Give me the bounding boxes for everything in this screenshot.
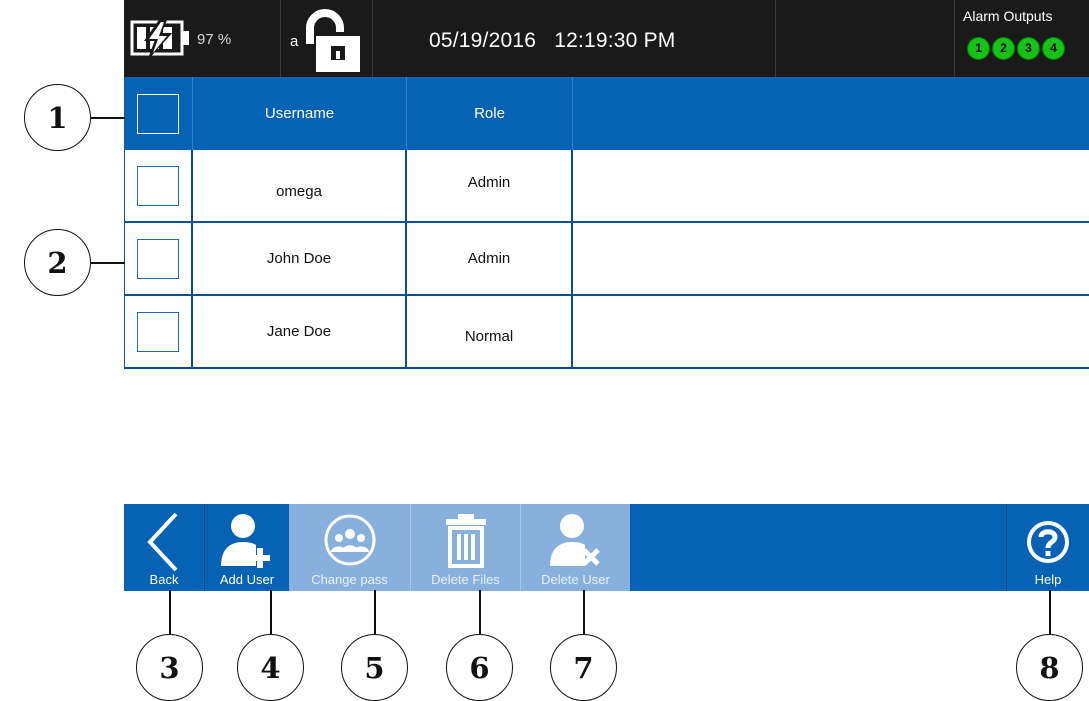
add-user-label: Add User [219,572,275,587]
callout-leader [91,117,125,119]
table-row[interactable]: Jane Doe Normal [124,296,1089,369]
delete-user-button[interactable]: Delete User [521,504,630,591]
help-icon [1027,521,1069,563]
unlocked-padlock-icon[interactable] [302,6,368,72]
alarm-output-4: 4 [1042,37,1065,60]
empty-cell [573,223,1089,294]
add-user-icon [221,514,270,568]
callout-2: 2 [24,229,91,296]
column-header-role[interactable]: Role [407,77,573,150]
callout-8: 8 [1016,634,1083,701]
callout-leader [479,590,481,634]
delete-files-button[interactable]: Delete Files [411,504,520,591]
remove-user-icon [549,514,600,566]
callout-7: 7 [550,634,617,701]
help-button[interactable]: Help [1007,504,1089,591]
row-select-cell [124,296,193,367]
role-cell: Admin [407,223,573,294]
row-checkbox[interactable] [137,238,179,279]
callout-6: 6 [446,634,513,701]
back-label: Back [149,572,179,587]
battery-percent: 97 % [197,31,232,48]
user-level: a [290,33,299,50]
callout-leader [169,590,171,634]
callout-1: 1 [24,84,91,151]
row-checkbox[interactable] [137,165,179,206]
table-header: Username Role [124,77,1089,150]
delete-files-label: Delete Files [431,572,500,587]
date: 05/19/2016 [429,29,537,52]
alarm-output-1: 1 [967,37,990,60]
callout-5: 5 [341,634,408,701]
bottom-toolbar: Back Add User Change pass Delete Files D… [124,504,1089,591]
callout-3: 3 [136,634,203,701]
row-select-cell [124,223,193,294]
callout-4: 4 [237,634,304,701]
table-row[interactable]: omega Admin [124,150,1089,223]
username-cell: John Doe [193,223,407,294]
select-all-cell [124,77,193,150]
divider [775,0,776,77]
back-button[interactable]: Back [124,504,204,591]
add-user-button[interactable]: Add User [205,504,289,591]
role-cell: Normal [407,296,573,367]
select-all-checkbox[interactable] [137,93,179,134]
group-icon [324,514,375,566]
callout-leader [374,590,376,634]
callout-leader [583,590,585,634]
divider [954,0,955,77]
help-label: Help [1034,572,1062,587]
username-cell: omega [193,150,407,221]
column-header-username[interactable]: Username [193,77,407,150]
status-bar: 97 % a 05/19/2016 12:19:30 PM Alarm Outp… [124,0,1089,77]
alarm-output-3: 3 [1017,37,1040,60]
alarm-output-2: 2 [992,37,1015,60]
delete-user-label: Delete User [541,572,610,587]
table-row[interactable]: John Doe Admin [124,223,1089,296]
date-time: 05/19/2016 12:19:30 PM [429,29,676,53]
time: 12:19:30 PM [554,29,676,52]
row-checkbox[interactable] [137,311,179,352]
empty-cell [573,296,1089,367]
column-header-empty [573,77,1089,150]
callout-leader [91,262,125,264]
change-pass-button[interactable]: Change pass [289,504,410,591]
alarm-outputs-title: Alarm Outputs [963,8,1053,24]
empty-cell [573,150,1089,221]
role-cell: Admin [407,150,573,221]
callout-leader [1049,590,1051,634]
username-cell: Jane Doe [193,296,407,367]
callout-leader [270,590,272,634]
battery-charging-icon [130,20,189,56]
divider [280,0,281,77]
trash-icon [445,514,486,568]
divider [372,0,373,77]
row-select-cell [124,150,193,221]
chevron-left-icon [147,512,178,572]
change-pass-label: Change pass [311,572,388,587]
